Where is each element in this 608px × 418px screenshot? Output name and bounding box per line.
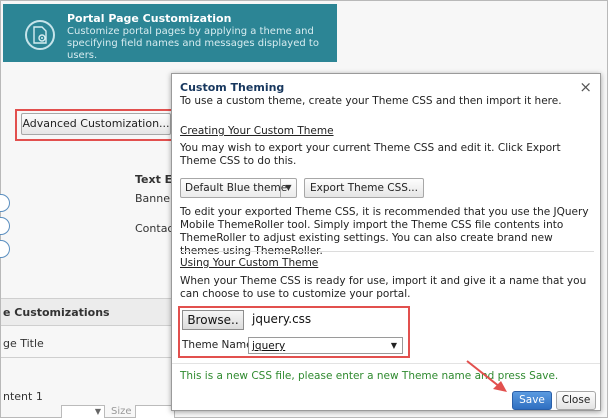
page-settings-icon bbox=[25, 20, 55, 50]
size-input[interactable] bbox=[135, 405, 175, 418]
chevron-down-icon: ▼ bbox=[94, 407, 101, 416]
import-instructions: When your Theme CSS is ready for use, im… bbox=[180, 275, 587, 300]
using-theme-heading: Using Your Custom Theme bbox=[180, 257, 319, 269]
advanced-customization-button[interactable]: Advanced Customization... bbox=[21, 113, 171, 135]
radio-option-3[interactable] bbox=[0, 240, 10, 258]
new-file-hint: This is a new CSS file, please enter a n… bbox=[180, 370, 559, 382]
customizations-header-label: e Customizations bbox=[3, 306, 110, 319]
divider bbox=[1, 357, 176, 358]
theme-select[interactable]: Default Blue theme ▼ bbox=[180, 178, 297, 198]
page-title-label: ge Title bbox=[3, 337, 44, 350]
divider bbox=[172, 363, 600, 364]
theme-name-value: jquery bbox=[252, 340, 286, 352]
banner-title: Portal Page Customization bbox=[67, 12, 232, 25]
custom-theming-dialog: Custom Theming × To use a custom theme, … bbox=[171, 73, 601, 411]
radio-option-1[interactable] bbox=[0, 194, 10, 212]
customizations-header: e Customizations bbox=[1, 298, 176, 326]
size-label: Size bbox=[111, 406, 132, 417]
export-instructions: You may wish to export your current Them… bbox=[180, 142, 561, 167]
divider bbox=[180, 251, 594, 252]
theme-name-label: Theme Name: bbox=[182, 339, 257, 351]
radio-option-2[interactable] bbox=[0, 217, 10, 235]
text-elements-label: Text El bbox=[135, 173, 176, 186]
creating-theme-heading: Creating Your Custom Theme bbox=[180, 125, 334, 137]
close-button[interactable]: Close bbox=[556, 391, 596, 410]
dialog-title: Custom Theming bbox=[180, 81, 285, 94]
theme-select-value: Default Blue theme bbox=[185, 182, 288, 194]
dialog-intro: To use a custom theme, create your Theme… bbox=[180, 95, 562, 107]
browse-button[interactable]: Browse.. bbox=[182, 310, 244, 330]
close-icon[interactable]: × bbox=[579, 78, 592, 96]
chevron-down-icon: ▼ bbox=[280, 179, 296, 197]
chevron-down-icon: ▼ bbox=[390, 341, 397, 350]
banner-description: Customize portal pages by applying a the… bbox=[67, 26, 319, 61]
content-label: ntent 1 bbox=[3, 390, 43, 403]
portal-customization-banner: Portal Page Customization Customize port… bbox=[3, 4, 337, 62]
selected-file-name: jquery.css bbox=[252, 312, 312, 326]
content-select[interactable]: ▼ bbox=[61, 405, 105, 418]
export-theme-css-button[interactable]: Export Theme CSS... bbox=[304, 178, 424, 198]
banner-label: Banner bbox=[135, 192, 175, 205]
theme-name-combobox[interactable]: jquery ▼ bbox=[248, 337, 403, 354]
save-button[interactable]: Save bbox=[512, 391, 552, 410]
